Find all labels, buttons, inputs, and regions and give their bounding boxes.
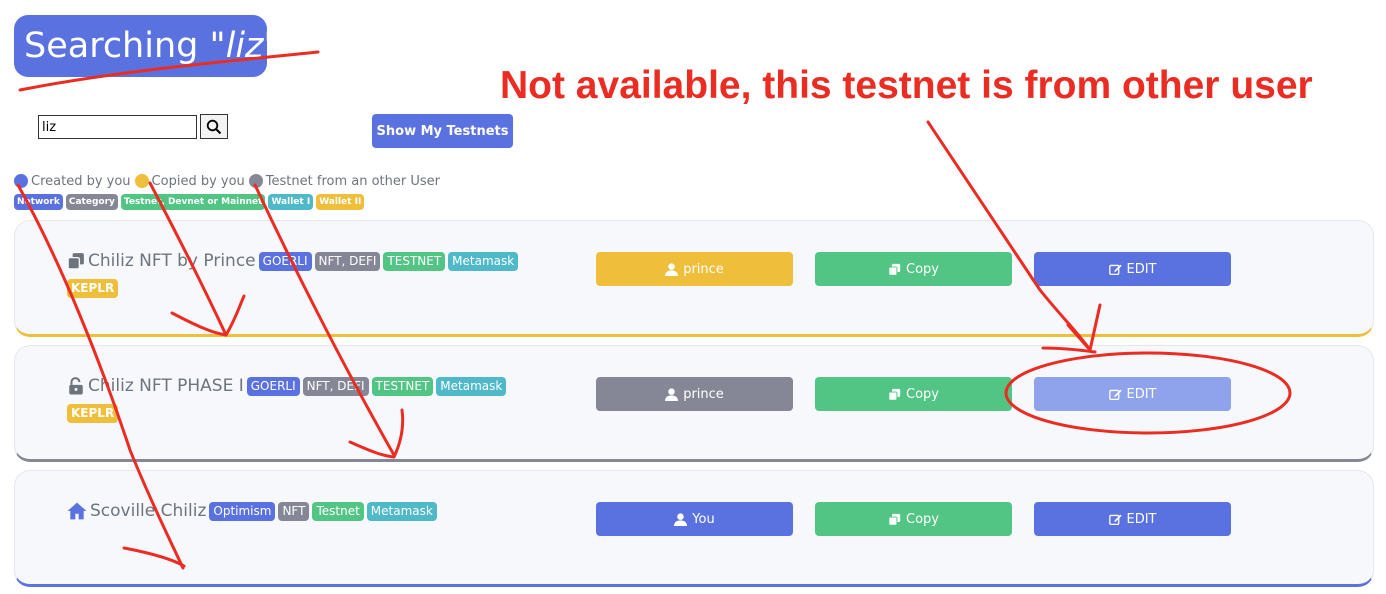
- show-my-testnets-button[interactable]: Show My Testnets: [372, 114, 513, 148]
- edit-button[interactable]: EDIT: [1034, 252, 1231, 286]
- category-badge: NFT: [278, 501, 310, 521]
- search-input[interactable]: [38, 115, 197, 139]
- legend-badge-category: Category: [65, 194, 118, 210]
- testnet-card: Chiliz NFT PHASE I GOERLI NFT, DEFI TEST…: [14, 345, 1374, 462]
- legend-created: Created by you: [31, 173, 131, 189]
- wallet1-badge: Metamask: [448, 251, 519, 271]
- other-dot: [248, 174, 263, 188]
- card-title: Chiliz NFT by Prince: [88, 251, 256, 271]
- user-icon: [665, 262, 679, 276]
- copy-label: Copy: [906, 261, 939, 277]
- copy-icon: [67, 253, 84, 270]
- copy-label: Copy: [906, 511, 939, 527]
- testnet-card: Chiliz NFT by Prince GOERLI NFT, DEFI TE…: [14, 220, 1374, 337]
- copy-icon: [888, 513, 901, 526]
- owner-label: You: [692, 511, 715, 527]
- copy-button[interactable]: Copy: [815, 252, 1012, 286]
- home-icon: [67, 502, 87, 520]
- type-badge: TESTNET: [383, 251, 446, 271]
- wallet2-badge: KEPLR: [67, 279, 119, 298]
- search-icon: [206, 119, 222, 134]
- edit-icon: [1108, 264, 1122, 275]
- owner-button[interactable]: prince: [596, 377, 793, 411]
- type-badge: TESTNET: [371, 376, 434, 396]
- copy-button[interactable]: Copy: [815, 377, 1012, 411]
- copied-dot: [134, 174, 149, 188]
- owner-button[interactable]: You: [596, 502, 793, 536]
- legend-badge-wallet2: Wallet II: [316, 194, 365, 210]
- legend: Created by you Copied by you Testnet fro…: [14, 172, 444, 190]
- category-badge: NFT, DEFI: [314, 251, 381, 271]
- owner-button[interactable]: prince: [596, 252, 793, 286]
- edit-button[interactable]: EDIT: [1034, 502, 1231, 536]
- card-title: Chiliz NFT PHASE I: [88, 376, 244, 396]
- legend-copied: Copied by you: [151, 173, 245, 189]
- owner-label: prince: [683, 261, 724, 277]
- legend-badge-type: Testnet, Devnet or Mainnet: [120, 194, 266, 210]
- testnet-card: Scoville Chiliz Optimism NFT Testnet Met…: [14, 470, 1374, 587]
- annotation-text: Not available, this testnet is from othe…: [500, 64, 1313, 107]
- network-badge: GOERLI: [258, 251, 312, 271]
- wallet2-badge: KEPLR: [67, 404, 119, 423]
- lock-open-icon: [69, 377, 83, 395]
- page-title: Searching "liz": [14, 15, 267, 77]
- card-title: Scoville Chiliz: [90, 501, 207, 521]
- copy-icon: [888, 388, 901, 401]
- edit-label: EDIT: [1126, 386, 1157, 402]
- type-badge: Testnet: [312, 501, 364, 521]
- network-badge: GOERLI: [246, 376, 300, 396]
- edit-button-disabled: EDIT: [1034, 377, 1231, 411]
- created-dot: [14, 174, 28, 188]
- user-icon: [674, 512, 688, 526]
- owner-label: prince: [683, 386, 724, 402]
- network-badge: Optimism: [209, 501, 276, 521]
- title-query: liz: [225, 26, 264, 66]
- legend-badge-network: Network: [14, 194, 63, 210]
- category-badge: NFT, DEFI: [302, 376, 369, 396]
- copy-button[interactable]: Copy: [815, 502, 1012, 536]
- legend-badge-wallet1: Wallet I: [268, 194, 314, 210]
- edit-label: EDIT: [1126, 261, 1157, 277]
- search-button[interactable]: [200, 114, 228, 139]
- edit-icon: [1108, 389, 1122, 400]
- title-prefix: Searching ": [24, 26, 226, 66]
- legend-badges: Network Category Testnet, Devnet or Main…: [14, 194, 365, 210]
- legend-other: Testnet from an other User: [265, 173, 440, 189]
- wallet1-badge: Metamask: [436, 376, 507, 396]
- copy-icon: [888, 263, 901, 276]
- title-suffix: ": [263, 26, 267, 66]
- wallet1-badge: Metamask: [366, 501, 437, 521]
- edit-icon: [1108, 514, 1122, 525]
- copy-label: Copy: [906, 386, 939, 402]
- user-icon: [665, 387, 679, 401]
- edit-label: EDIT: [1126, 511, 1157, 527]
